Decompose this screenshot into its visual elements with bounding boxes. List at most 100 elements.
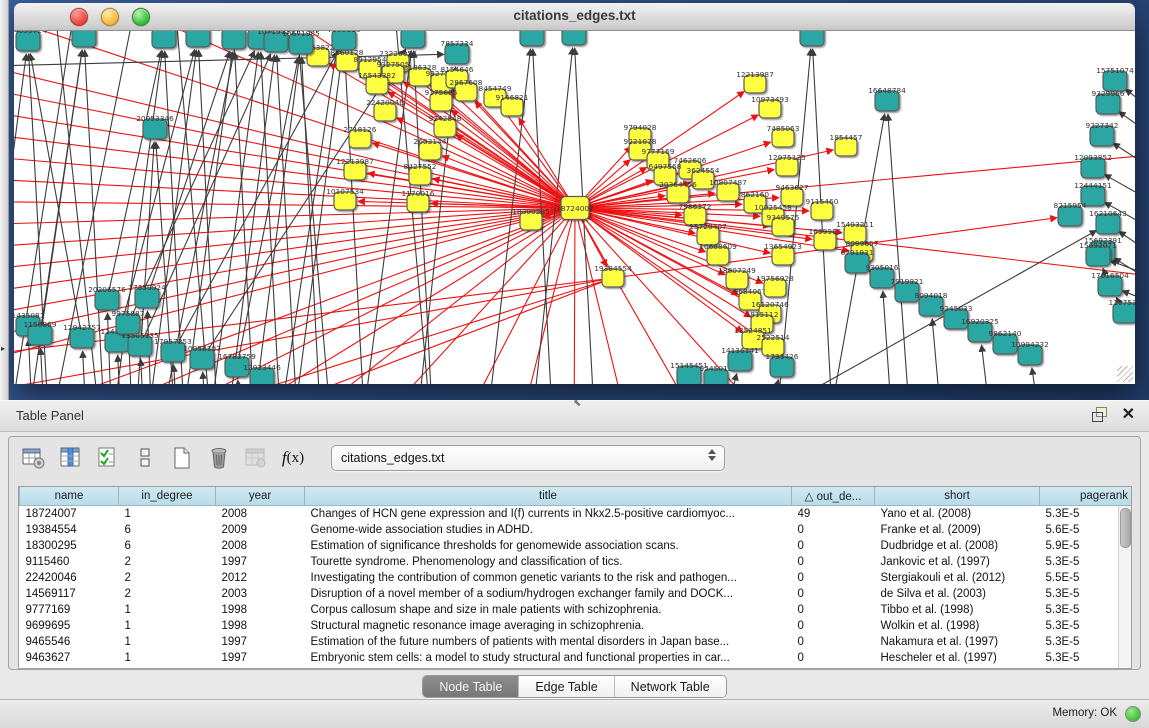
table-cell[interactable]: 1 <box>119 602 216 618</box>
column-header-short[interactable]: short <box>875 487 1040 506</box>
graph-node-yellow[interactable]: 1854457 <box>830 133 863 156</box>
table-cell[interactable]: Jankovic et al. (1997) <box>875 554 1040 570</box>
graph-edge[interactable] <box>932 319 944 384</box>
graph-node-yellow[interactable]: 18807249 <box>718 266 756 289</box>
table-cell[interactable]: 1998 <box>216 602 305 618</box>
node-table[interactable]: namein_degreeyeartitle△ out_de...shortpa… <box>18 486 1132 669</box>
graph-edge[interactable] <box>574 208 575 384</box>
column-header-pagerank[interactable]: pagerank <box>1040 487 1133 506</box>
scrollbar-thumb[interactable] <box>1120 508 1131 548</box>
graph-node-yellow[interactable]: 7485063 <box>767 124 800 147</box>
graph-node-teal[interactable]: 1527602 <box>218 31 251 49</box>
import-table-button[interactable] <box>243 445 269 471</box>
graph-node-yellow[interactable]: 10107534 <box>326 187 364 210</box>
graph-node-teal[interactable]: 9227342 <box>1086 121 1119 146</box>
table-cell[interactable]: Disruption of a novel member of a sodium… <box>305 586 792 602</box>
table-cell[interactable]: 18300295 <box>20 538 119 554</box>
close-panel-icon[interactable]: ✕ <box>1122 407 1135 422</box>
graph-edge[interactable] <box>29 339 34 384</box>
graph-edge[interactable] <box>1032 368 1044 384</box>
table-cell[interactable]: 0 <box>792 650 875 666</box>
table-cell[interactable]: 1997 <box>216 634 305 650</box>
graph-node-teal[interactable]: 10994232 <box>1011 340 1049 365</box>
graph-edge[interactable] <box>345 53 366 384</box>
tab-network-table[interactable]: Network Table <box>614 676 726 697</box>
table-row[interactable]: 2242004622012Investigating the contribut… <box>20 570 1133 586</box>
table-cell[interactable]: Hescheler et al. (1997) <box>875 650 1040 666</box>
table-row[interactable]: 946362711997Embryonic stem cells: a mode… <box>20 650 1133 666</box>
table-row[interactable]: 1830029562008Estimation of significance … <box>20 538 1133 554</box>
table-cell[interactable]: Wolkin et al. (1998) <box>875 618 1040 634</box>
table-cell[interactable]: 0 <box>792 570 875 586</box>
function-builder-button[interactable]: f(x) <box>280 445 306 471</box>
graph-node-yellow[interactable]: 8427552 <box>404 162 437 185</box>
table-cell[interactable]: Estimation of the future numbers of pati… <box>305 634 792 650</box>
graph-edge[interactable] <box>235 52 256 384</box>
table-cell[interactable]: Tibbo et al. (1998) <box>875 602 1040 618</box>
table-cell[interactable]: 2 <box>119 586 216 602</box>
graph-edge[interactable] <box>147 51 230 298</box>
graph-node-teal[interactable]: 10958107 <box>183 344 221 369</box>
table-cell[interactable]: Embryonic stem cells: a model to study s… <box>305 650 792 666</box>
graph-edge[interactable] <box>456 135 575 208</box>
graph-node-yellow[interactable]: 2718126 <box>344 125 377 148</box>
table-cell[interactable]: 49 <box>792 506 875 523</box>
table-cell[interactable]: 1 <box>119 618 216 634</box>
table-cell[interactable]: 2008 <box>216 538 305 554</box>
table-cell[interactable]: Corpus callosum shape and size in male p… <box>305 602 792 618</box>
table-cell[interactable]: Stergiakouli et al. (2012) <box>875 570 1040 586</box>
table-cell[interactable]: Tourette syndrome. Phenomenology and cla… <box>305 554 792 570</box>
table-cell[interactable]: Dudbridge et al. (2008) <box>875 538 1040 554</box>
graph-node-teal[interactable]: 10653257 <box>179 31 217 47</box>
graph-node-teal[interactable]: 15751074 <box>1096 66 1134 91</box>
table-cell[interactable]: 18724007 <box>20 506 119 523</box>
table-select-dropdown[interactable]: citations_edges.txt <box>331 445 725 471</box>
table-cell[interactable]: 9463627 <box>20 650 119 666</box>
graph-node-teal[interactable]: 16648784 <box>868 86 906 111</box>
graph-node-yellow[interactable]: 10973493 <box>751 95 789 118</box>
column-header-name[interactable]: name <box>20 487 119 506</box>
graph-node-yellow[interactable]: 12213987 <box>736 70 774 93</box>
table-mode-button[interactable] <box>21 445 47 471</box>
table-row[interactable]: 911546021997Tourette syndrome. Phenomeno… <box>20 554 1133 570</box>
network-view-window[interactable]: citations_edges.txt 18724007746382288601… <box>14 3 1135 383</box>
table-scrollbar[interactable] <box>1118 506 1131 668</box>
delete-column-button[interactable] <box>206 445 232 471</box>
table-row[interactable]: 977716911998Corpus callosum shape and si… <box>20 602 1133 618</box>
graph-edge[interactable] <box>888 114 912 384</box>
graph-edge[interactable] <box>14 126 575 208</box>
table-cell[interactable]: 1998 <box>216 618 305 634</box>
table-cell[interactable]: 9777169 <box>20 602 119 618</box>
graph-node-yellow[interactable]: 2603144 <box>414 137 447 160</box>
table-cell[interactable]: 2009 <box>216 522 305 538</box>
table-cell[interactable]: 0 <box>792 554 875 570</box>
graph-node-teal[interactable]: 8215954 <box>1054 201 1087 226</box>
table-cell[interactable]: de Silva et al. (2003) <box>875 586 1040 602</box>
graph-node-yellow[interactable]: 18724007 <box>556 197 594 220</box>
graph-node-teal[interactable]: 17359924 <box>128 283 166 308</box>
graph-edge[interactable] <box>344 208 575 384</box>
window-resize-grip[interactable] <box>1117 366 1133 382</box>
network-canvas[interactable]: 1872400774638228860128891295423226058932… <box>14 31 1135 384</box>
table-row[interactable]: 1872400712008Changes of HCN gene express… <box>20 506 1133 523</box>
graph-node-teal[interactable]: 16210643 <box>1089 209 1127 234</box>
table-row[interactable]: 1456911722003Disruption of a novel membe… <box>20 586 1133 602</box>
graph-node-teal[interactable]: 8813054 <box>516 31 549 46</box>
graph-node-yellow[interactable]: 9242848 <box>429 114 462 137</box>
graph-edge[interactable] <box>756 380 779 384</box>
column-select-button[interactable] <box>58 445 84 471</box>
graph-edge[interactable] <box>1119 112 1135 151</box>
table-cell[interactable]: 0 <box>792 538 875 554</box>
graph-edge[interactable] <box>14 201 575 208</box>
graph-edge[interactable] <box>83 351 88 384</box>
graph-node-teal[interactable]: 12093852 <box>1074 153 1112 178</box>
table-row[interactable]: 946554611997Estimation of the future num… <box>20 634 1133 650</box>
tab-edge-table[interactable]: Edge Table <box>518 676 613 697</box>
graph-edge[interactable] <box>238 380 243 384</box>
table-cell[interactable]: Genome-wide association studies in ADHD. <box>305 522 792 538</box>
window-titlebar[interactable]: citations_edges.txt <box>14 3 1135 31</box>
table-cell[interactable]: 1 <box>119 634 216 650</box>
table-cell[interactable]: 6 <box>119 538 216 554</box>
graph-edge[interactable] <box>224 55 274 384</box>
table-cell[interactable]: 19384554 <box>20 522 119 538</box>
